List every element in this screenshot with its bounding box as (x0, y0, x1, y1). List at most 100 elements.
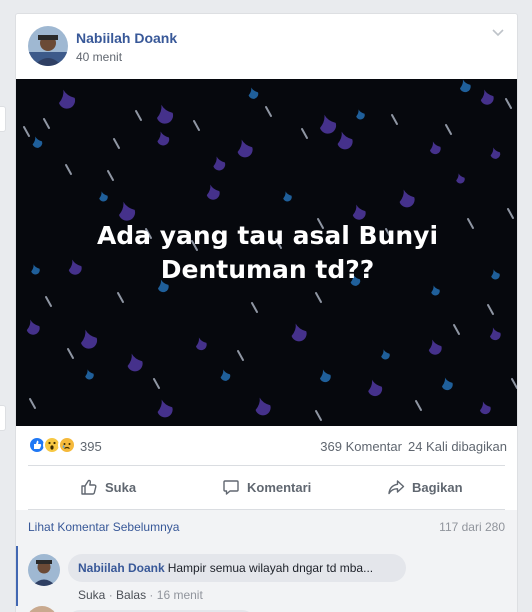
rain-drop (26, 319, 40, 335)
share-count[interactable]: 24 Kali dibagikan (408, 439, 507, 454)
rain-drop (80, 329, 98, 349)
rain-drop (248, 87, 259, 99)
post-stats: 395 369 Komentar 24 Kali dibagikan (16, 426, 517, 464)
rain-streak (135, 110, 142, 121)
rain-streak (113, 138, 120, 149)
rain-drop (220, 369, 231, 381)
comment-time[interactable]: 16 menit (157, 588, 203, 602)
rain-streak (43, 118, 50, 129)
rain-drop (157, 399, 173, 418)
rain-streak (193, 120, 200, 131)
share-button-label: Bagikan (412, 479, 463, 495)
rain-streak (315, 410, 322, 421)
share-icon (388, 480, 405, 495)
comment-reply-link[interactable]: Balas (116, 588, 146, 602)
post-actions: Suka Komentari Bagikan (16, 467, 517, 507)
rain-drop (195, 337, 207, 351)
like-button-label: Suka (105, 479, 137, 495)
rain-drop (99, 191, 108, 202)
rain-drop (213, 156, 226, 171)
thumbs-up-icon (81, 479, 97, 495)
post-header: Nabiilah Doank 40 menit (16, 14, 517, 78)
comment-text[interactable]: Hampir semua wilayah dngar td mba... (168, 561, 373, 575)
sad-icon (58, 436, 76, 454)
side-panel-fragment (0, 106, 6, 132)
comment-bubble: Nabiilah Doank Hampir semua wilayah dngar… (68, 554, 406, 582)
author-avatar[interactable] (28, 26, 68, 66)
like-button[interactable]: Suka (80, 467, 136, 507)
rain-streak (301, 128, 308, 139)
comment-like-link[interactable]: Suka (78, 588, 105, 602)
comment-button-label: Komentari (247, 479, 312, 495)
rain-streak (117, 292, 124, 303)
rain-streak (391, 114, 398, 125)
rain-drop (480, 89, 494, 105)
rain-drop (337, 131, 353, 150)
rain-drop (459, 79, 471, 93)
rain-drop (255, 397, 271, 416)
rain-streak (251, 302, 258, 313)
commenter-avatar[interactable] (28, 554, 60, 586)
rain-drop (283, 191, 292, 202)
comment-author-name[interactable]: Nabiilah Doank (78, 561, 165, 575)
share-button[interactable]: Bagikan (387, 467, 463, 507)
side-panel-fragment (0, 405, 6, 431)
rain-drop (356, 109, 365, 120)
rain-drop (85, 369, 94, 380)
meta-separator: · (149, 588, 154, 602)
rain-drop (490, 147, 501, 159)
rain-streak (265, 106, 272, 117)
rain-streak (45, 296, 52, 307)
view-previous-comments-link[interactable]: Lihat Komentar Sebelumnya (28, 520, 179, 534)
rain-streak (505, 98, 512, 109)
comment-button[interactable]: Komentari (222, 467, 311, 507)
rain-streak (453, 324, 460, 335)
rain-streak (107, 170, 114, 181)
reaction-count[interactable]: 395 (80, 439, 102, 454)
rain-drop (429, 141, 441, 155)
comment-count[interactable]: 369 Komentar (320, 439, 402, 454)
rain-streak (507, 208, 514, 219)
post-card: Nabiilah Doank 40 menit Ada yang tau asa… (15, 13, 518, 612)
rain-streak (65, 164, 72, 175)
rain-streak (29, 398, 36, 409)
post-timestamp[interactable]: 40 menit (76, 50, 122, 64)
rain-drop (156, 104, 174, 124)
post-image[interactable]: Ada yang tau asal Bunyi Dentuman td?? (16, 79, 517, 426)
rain-drop (206, 184, 220, 200)
rain-drop (32, 136, 43, 148)
rain-drop (381, 349, 390, 360)
rain-streak (415, 400, 422, 411)
rain-drop (479, 401, 491, 415)
rain-drop (441, 377, 453, 391)
post-author-name[interactable]: Nabiilah Doank (76, 30, 177, 46)
rain-streak (67, 348, 74, 359)
rain-streak (315, 292, 322, 303)
comment-meta: Suka · Balas · 16 menit (78, 588, 203, 602)
rain-streak (153, 378, 160, 389)
rain-drop (456, 173, 465, 184)
meta-separator: · (108, 588, 113, 602)
commenter-avatar[interactable] (26, 606, 58, 612)
comment-share-counts: 369 Komentar 24 Kali dibagikan (320, 439, 507, 454)
rain-streak (487, 304, 494, 315)
rain-streak (23, 126, 30, 137)
rain-drop (399, 189, 415, 208)
rain-drop (58, 89, 76, 109)
rain-streak (511, 378, 517, 389)
rain-drop (127, 353, 143, 372)
rain-drop (428, 339, 442, 355)
rain-drop (489, 327, 501, 341)
chevron-down-icon[interactable] (491, 28, 505, 38)
comment-page-count: 117 dari 280 (439, 520, 505, 534)
rain-drop (368, 379, 383, 397)
rain-drop (319, 369, 331, 383)
rain-streak (237, 350, 244, 361)
rain-drop (319, 114, 337, 134)
comment-icon (223, 480, 239, 495)
post-image-text: Ada yang tau asal Bunyi Dentuman td?? (96, 221, 439, 284)
rain-drop (237, 139, 253, 158)
comment-item: Nabiilah Doank Hampir semua wilayah dngar… (16, 546, 517, 606)
rain-drop (291, 323, 307, 342)
rain-drop (157, 131, 170, 146)
